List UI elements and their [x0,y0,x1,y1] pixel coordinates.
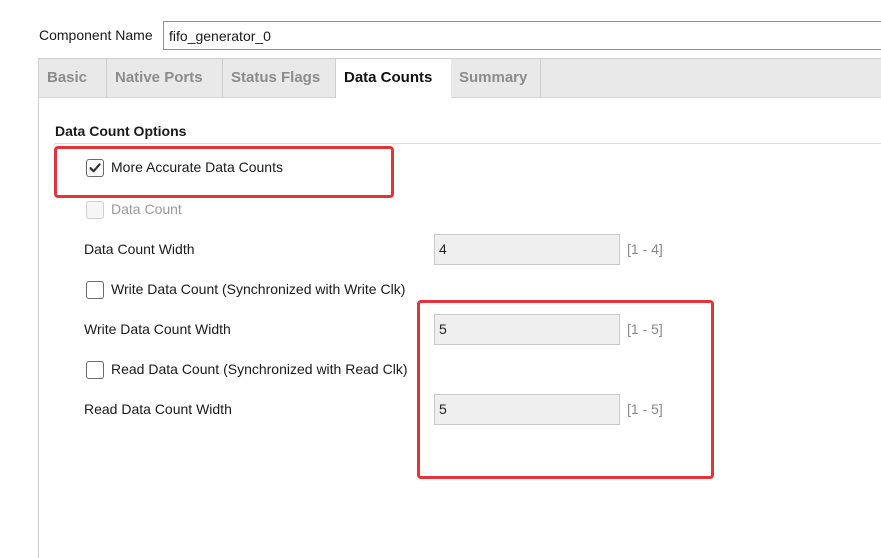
section-title: Data Count Options [55,123,187,139]
tab-native-ports[interactable]: Native Ports [107,59,223,98]
more-accurate-data-counts-label: More Accurate Data Counts [111,159,283,175]
tab-bar: Basic Native Ports Status Flags Data Cou… [39,59,881,99]
data-count-width-label: Data Count Width [84,241,195,257]
read-data-count-width-label: Read Data Count Width [84,401,232,417]
component-name-input[interactable] [163,21,881,50]
data-count-checkbox [86,201,104,219]
more-accurate-data-counts-checkbox[interactable] [86,159,104,177]
tab-summary[interactable]: Summary [451,59,541,98]
tab-status-flags[interactable]: Status Flags [223,59,336,98]
write-data-count-checkbox[interactable] [86,281,104,299]
write-data-count-width-range: [1 - 5] [627,321,663,337]
data-count-width-field[interactable]: 4 [434,234,620,265]
checkmark-icon [89,163,101,173]
write-data-count-label: Write Data Count (Synchronized with Writ… [111,281,406,297]
data-count-width-range: [1 - 4] [627,241,663,257]
write-data-count-width-label: Write Data Count Width [84,321,231,337]
read-data-count-checkbox[interactable] [86,361,104,379]
read-data-count-width-range: [1 - 5] [627,401,663,417]
read-data-count-width-field[interactable]: 5 [434,394,620,425]
component-name-label: Component Name [39,27,153,43]
settings-panel: Basic Native Ports Status Flags Data Cou… [38,58,881,558]
tab-basic[interactable]: Basic [39,59,107,98]
section-divider [55,143,881,144]
read-data-count-label: Read Data Count (Synchronized with Read … [111,361,408,377]
tab-data-counts[interactable]: Data Counts [336,59,451,99]
write-data-count-width-field[interactable]: 5 [434,314,620,345]
data-count-label: Data Count [111,201,182,217]
